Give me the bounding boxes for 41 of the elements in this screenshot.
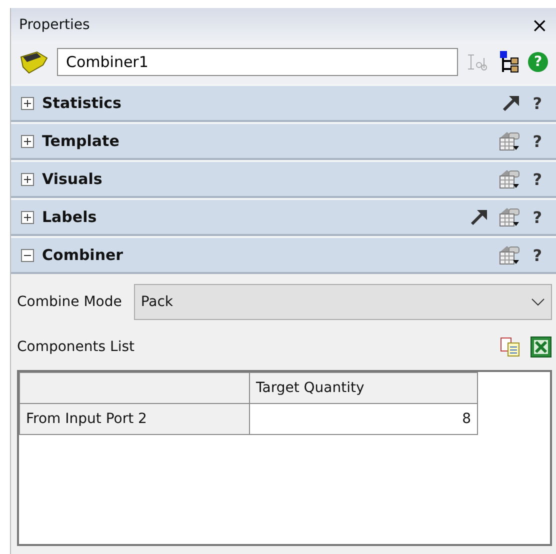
expander-icon[interactable] <box>21 210 34 224</box>
object-icon <box>19 49 49 75</box>
expander-icon[interactable] <box>21 134 34 148</box>
copy-icon[interactable] <box>500 337 522 357</box>
panel-title: Properties <box>19 17 91 33</box>
section-title: Statistics <box>42 94 122 112</box>
column-header: Target Quantity <box>256 380 364 396</box>
expander-icon[interactable] <box>21 172 34 186</box>
section-header[interactable]: Labels ? <box>11 198 556 236</box>
section-header[interactable]: Combiner ? <box>11 236 556 274</box>
section-title: Visuals <box>42 170 102 188</box>
table-menu-icon[interactable] <box>496 168 521 190</box>
expander-icon[interactable] <box>21 248 34 262</box>
row-header: From Input Port 2 <box>26 411 147 427</box>
arrow-icon[interactable] <box>500 93 521 113</box>
help-button[interactable]: ? <box>528 132 546 150</box>
expander-icon[interactable] <box>21 96 34 110</box>
section-header[interactable]: Statistics ? <box>11 84 556 122</box>
table-cell[interactable]: 8 <box>250 404 478 434</box>
table-menu-icon[interactable] <box>496 130 521 152</box>
list-label: Components List <box>17 339 134 355</box>
section-header[interactable]: Visuals ? <box>11 160 556 198</box>
section-title: Template <box>42 132 120 150</box>
table-menu-icon[interactable] <box>496 244 521 266</box>
table-menu-icon[interactable] <box>496 206 521 228</box>
help-button[interactable]: ? <box>528 52 548 72</box>
combine-mode-dropdown[interactable]: Pack <box>134 284 552 320</box>
spreadsheet-icon[interactable] <box>530 336 552 358</box>
close-button[interactable]: × <box>531 13 548 37</box>
help-button[interactable]: ? <box>528 94 546 112</box>
help-button[interactable]: ? <box>528 246 546 264</box>
section-title: Labels <box>42 208 97 226</box>
field-label: Combine Mode <box>17 294 122 310</box>
help-button[interactable]: ? <box>528 170 546 188</box>
name-field[interactable]: Combiner1 <box>57 48 458 76</box>
chevron-down-icon <box>531 298 545 306</box>
section-title: Combiner <box>42 246 124 264</box>
help-button[interactable]: ? <box>528 208 546 226</box>
arrow-icon[interactable] <box>468 207 489 227</box>
section-header[interactable]: Template ? <box>11 122 556 160</box>
tree-icon[interactable] <box>498 50 520 74</box>
